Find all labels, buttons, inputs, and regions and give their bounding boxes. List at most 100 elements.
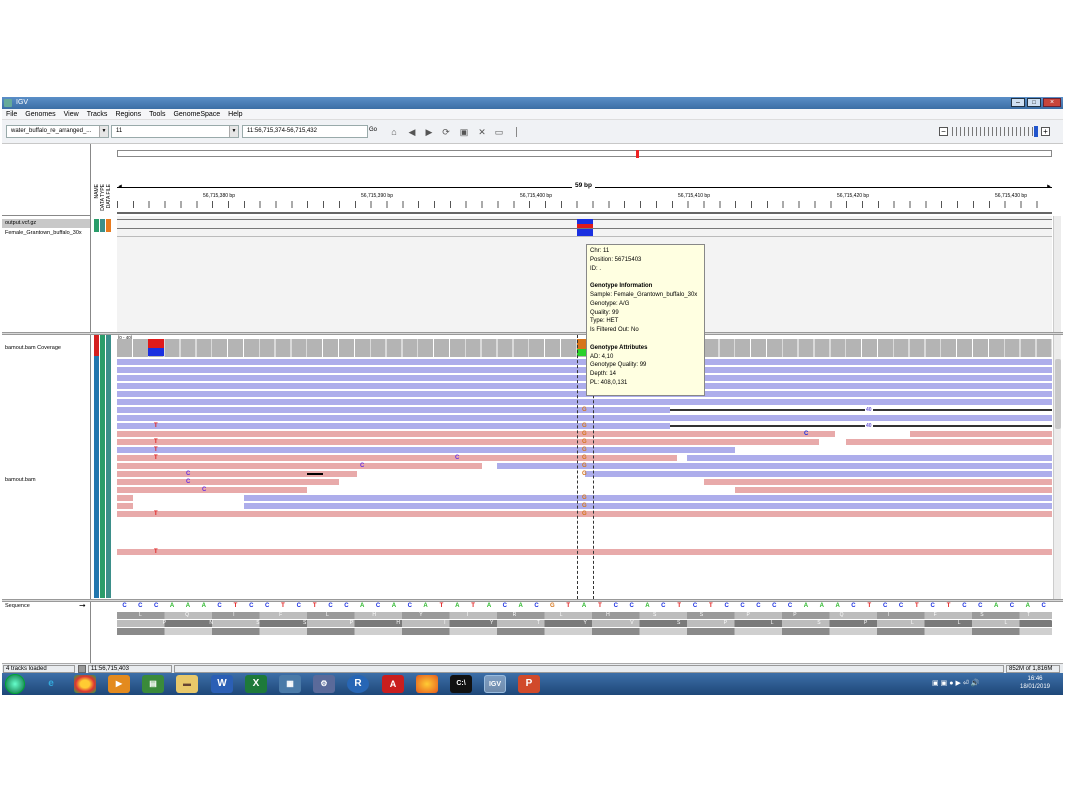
variant-popup[interactable]: Chr: 11 Position: 56715403 ID: . Genotyp… [586,244,705,396]
chrome-icon[interactable] [74,675,96,693]
mismatch-g: G [582,503,587,509]
resize-icon[interactable]: ✕ [476,126,488,138]
menu-genomes[interactable]: Genomes [21,109,59,120]
read[interactable] [117,415,1052,421]
popup-info-icon[interactable]: ▭ [493,126,505,138]
alignment-scroll-thumb[interactable] [1055,359,1061,429]
read[interactable] [117,399,1052,405]
read[interactable] [117,431,835,437]
sequence-track-name[interactable]: Sequence [5,603,30,609]
menu-view[interactable]: View [60,109,83,120]
read[interactable] [117,549,1052,555]
chromosome-ideogram[interactable] [117,150,1052,157]
menu-tools[interactable]: Tools [145,109,169,120]
title-bar: IGV – □ × [2,97,1063,109]
igv-taskbar-icon[interactable]: IGV [484,675,506,693]
reference-base: T [566,603,571,609]
genotype-het-call[interactable] [577,229,593,236]
coverage-track-name[interactable]: bamout.bam Coverage [5,345,61,351]
vcf-data-panel [117,216,1052,332]
amino-acid: N [209,620,213,626]
mismatch-t: T [154,511,158,517]
strand-arrow-icon[interactable]: ➞ [79,601,86,610]
read[interactable] [735,487,1052,493]
terminal-icon[interactable]: C:\ [450,675,472,693]
read[interactable] [117,391,1052,397]
clock[interactable]: 16:46 18/01/2019 [1012,675,1058,691]
read[interactable] [117,495,133,501]
attr-swatch [94,335,99,356]
r-icon[interactable]: R [347,675,369,693]
read[interactable] [687,455,1052,461]
close-icon[interactable]: × [1043,98,1061,107]
vcf-scrollbar[interactable] [1053,216,1061,332]
start-button-icon[interactable] [5,674,25,694]
menu-file[interactable]: File [2,109,21,120]
read[interactable] [117,439,819,445]
read[interactable] [117,479,339,485]
popup-id: ID: . [590,265,602,272]
chromosome-dropdown[interactable]: 11 ▼ [111,125,239,138]
word-icon[interactable]: W [211,675,233,693]
firefox-icon[interactable] [416,675,438,693]
media-player-icon[interactable]: ▶ [108,675,130,693]
read[interactable] [117,447,735,453]
acrobat-icon[interactable]: A [382,675,404,693]
vcf-sample-name[interactable]: Female_Grantown_buffalo_30x [5,230,82,236]
span-label: 59 bp [572,182,595,189]
bam-track-name[interactable]: bamout.bam [5,477,36,483]
read[interactable] [117,359,1052,365]
read[interactable] [497,463,1052,469]
reference-base: A [455,603,460,609]
read[interactable] [117,463,482,469]
menu-help[interactable]: Help [224,109,246,120]
powerpoint-icon[interactable]: P [518,675,540,693]
system-tray-icons[interactable]: ▣▣●▶⏎🔊 [932,679,1002,689]
attribute-header: NAME DATA TYPE DATA FILE [93,144,113,216]
back-icon[interactable]: ◀ [406,126,418,138]
read[interactable] [117,367,1052,373]
locus-input[interactable]: 11:56,715,374-56,715,432 [242,125,368,138]
zoom-out-icon[interactable]: − [939,127,948,136]
forward-icon[interactable]: ▶ [423,126,435,138]
read[interactable] [704,479,1052,485]
tools-icon[interactable]: ⚙ [313,675,335,693]
minimize-icon[interactable]: – [1011,98,1025,107]
amino-acid: F [933,612,937,618]
read[interactable] [846,439,1052,445]
read[interactable] [117,487,307,493]
reference-base: T [946,603,951,609]
go-button[interactable]: Go [369,127,377,133]
zoom-in-icon[interactable]: + [1041,127,1050,136]
menu-tracks[interactable]: Tracks [83,109,112,120]
menu-genomespace[interactable]: GenomeSpace [169,109,224,120]
region-icon[interactable]: ▣ [458,126,470,138]
genome-dropdown[interactable]: water_buffalo_re_arranged_... ▼ [6,125,109,138]
read[interactable] [117,407,670,413]
vcf-track-name[interactable]: output.vcf.gz [5,220,36,226]
zoom-slider[interactable] [952,127,1034,136]
notes-icon[interactable]: ▤ [142,675,164,693]
folder-icon[interactable]: ▬ [176,675,198,693]
read[interactable] [117,503,133,509]
amino-acid: P [723,620,728,626]
read[interactable] [117,375,1052,381]
read[interactable] [117,423,670,429]
zoom-slider-thumb[interactable] [1034,126,1038,137]
ie-icon[interactable]: e [40,675,62,693]
maximize-icon[interactable]: □ [1027,98,1041,107]
network-icon[interactable]: ▦ [279,675,301,693]
read[interactable] [244,495,1052,501]
reference-base: C [154,603,159,609]
menu-regions[interactable]: Regions [111,109,145,120]
home-icon[interactable]: ⌂ [388,126,400,138]
read[interactable] [585,471,1052,477]
excel-icon[interactable]: X [245,675,267,693]
reference-base: C [344,603,349,609]
refresh-icon[interactable]: ⟳ [440,126,452,138]
read[interactable] [117,383,1052,389]
alignment-scrollbar[interactable] [1053,335,1061,599]
read[interactable] [244,503,1052,509]
read[interactable] [910,431,1052,437]
reference-base: C [122,603,127,609]
